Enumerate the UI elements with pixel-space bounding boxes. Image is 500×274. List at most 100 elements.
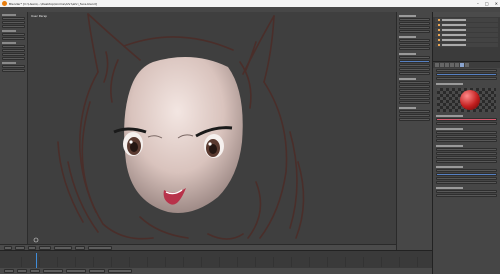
timeline-header — [0, 268, 432, 274]
outliner-item[interactable] — [435, 18, 498, 22]
outliner-item[interactable] — [435, 28, 498, 32]
timeline-marker-button[interactable] — [17, 269, 27, 273]
material-preview — [437, 88, 496, 112]
shading-select[interactable] — [75, 245, 85, 250]
tool-section — [2, 42, 25, 60]
tool-button[interactable] — [2, 69, 25, 72]
material-slot[interactable] — [436, 77, 497, 80]
alpha-field[interactable] — [436, 177, 497, 180]
field[interactable] — [399, 64, 430, 67]
field[interactable] — [399, 93, 430, 96]
outliner-header — [433, 12, 500, 17]
frame-end-field[interactable] — [66, 269, 86, 273]
tool-button[interactable] — [2, 49, 25, 52]
properties-editor — [432, 62, 500, 274]
emit-field[interactable] — [436, 148, 497, 151]
field[interactable] — [399, 18, 430, 21]
tool-button[interactable] — [2, 65, 25, 68]
layer-buttons[interactable] — [88, 245, 112, 250]
view-menu-button[interactable] — [4, 245, 12, 250]
specular-heading — [436, 128, 463, 130]
tool-section — [2, 14, 25, 28]
outliner-item[interactable] — [435, 23, 498, 27]
diffuse-color-field[interactable] — [436, 118, 497, 121]
diffuse-intensity-field[interactable] — [436, 122, 497, 125]
tool-button[interactable] — [2, 25, 25, 28]
field[interactable] — [399, 118, 430, 121]
playback-controls[interactable] — [108, 269, 132, 273]
maximize-button[interactable]: □ — [485, 1, 489, 6]
field[interactable] — [399, 26, 430, 29]
frame-start-field[interactable] — [43, 269, 63, 273]
close-button[interactable]: ✕ — [495, 1, 498, 6]
field[interactable] — [399, 68, 430, 71]
field[interactable] — [399, 39, 430, 42]
material-slot-selected[interactable] — [436, 73, 497, 76]
mirror-toggle[interactable] — [436, 190, 497, 193]
outliner-item[interactable] — [435, 43, 498, 47]
specular-intensity-field[interactable] — [436, 135, 497, 138]
ambient-field[interactable] — [436, 152, 497, 155]
timeline-view-button[interactable] — [4, 269, 14, 273]
panel-heading — [399, 78, 417, 80]
sss-toggle[interactable] — [436, 194, 497, 197]
tool-button[interactable] — [2, 21, 25, 24]
field[interactable] — [399, 85, 430, 88]
tool-button[interactable] — [2, 37, 25, 40]
object-icon — [438, 34, 440, 36]
shadeless-toggle[interactable] — [436, 160, 497, 163]
mode-select[interactable] — [54, 245, 72, 250]
field[interactable] — [399, 114, 430, 117]
modifiers-tab[interactable] — [455, 63, 459, 67]
outliner-item-label — [442, 44, 466, 46]
texture-tab[interactable] — [465, 63, 469, 67]
field[interactable] — [399, 110, 430, 113]
render-tab[interactable] — [435, 63, 439, 67]
3d-viewport[interactable]: User Persp — [28, 12, 396, 244]
scene-tab[interactable] — [440, 63, 444, 67]
material-tab[interactable] — [460, 63, 464, 67]
tool-button[interactable] — [2, 45, 25, 48]
field[interactable] — [399, 43, 430, 46]
tool-button[interactable] — [2, 17, 25, 20]
select-menu-button[interactable] — [15, 245, 25, 250]
hardness-field[interactable] — [436, 139, 497, 142]
field[interactable] — [399, 97, 430, 100]
field[interactable] — [399, 22, 430, 25]
timeline-playhead[interactable] — [36, 253, 37, 269]
field-selected[interactable] — [399, 60, 430, 63]
timeline-track[interactable] — [4, 257, 428, 267]
tool-section-label — [2, 14, 16, 16]
sphere-icon — [460, 90, 480, 110]
blender-icon — [2, 1, 7, 6]
material-slot-list[interactable] — [436, 69, 497, 72]
add-menu-button[interactable] — [28, 245, 36, 250]
tool-button[interactable] — [2, 33, 25, 36]
current-frame-field[interactable] — [89, 269, 105, 273]
outliner — [432, 12, 500, 62]
outliner-item[interactable] — [435, 33, 498, 37]
minimize-button[interactable]: – — [477, 1, 479, 6]
object-icon — [438, 44, 440, 46]
field[interactable] — [399, 56, 430, 59]
object-menu-button[interactable] — [39, 245, 51, 250]
translucency-field[interactable] — [436, 156, 497, 159]
object-icon — [438, 19, 440, 21]
field[interactable] — [399, 89, 430, 92]
fresnel-field[interactable] — [436, 181, 497, 184]
field[interactable] — [399, 81, 430, 84]
object-tab[interactable] — [450, 63, 454, 67]
field[interactable] — [399, 30, 430, 33]
tool-button[interactable] — [2, 57, 25, 60]
world-tab[interactable] — [445, 63, 449, 67]
timeline[interactable] — [0, 250, 432, 274]
transparency-mode[interactable] — [436, 173, 497, 176]
field[interactable] — [399, 47, 430, 50]
specular-color-field[interactable] — [436, 131, 497, 134]
outliner-item[interactable] — [435, 38, 498, 42]
field[interactable] — [399, 101, 430, 104]
transparency-toggle[interactable] — [436, 169, 497, 172]
timeline-frame-button[interactable] — [30, 269, 40, 273]
tool-button[interactable] — [2, 53, 25, 56]
field[interactable] — [399, 72, 430, 75]
